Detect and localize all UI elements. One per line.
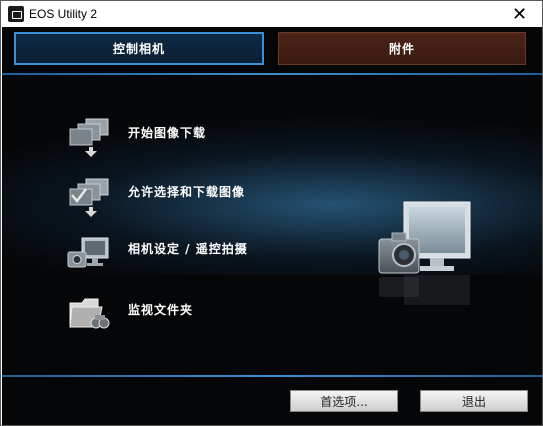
camera-monitor-illustration — [378, 201, 471, 305]
app-icon — [8, 6, 24, 22]
menu-start-download[interactable]: 开始图像下载 — [128, 124, 206, 141]
menu-select-download[interactable]: 允许选择和下载图像 — [128, 183, 245, 200]
monitor-folder-icon[interactable] — [68, 295, 114, 335]
preferences-button[interactable]: 首选项... — [290, 390, 398, 412]
menu-camera-settings[interactable]: 相机设定 / 遥控拍摄 — [128, 240, 248, 257]
download-images-icon[interactable] — [66, 117, 114, 159]
camera-remote-icon[interactable] — [66, 235, 114, 275]
bottom-separator — [2, 375, 542, 377]
menu-monitor-folder[interactable]: 监视文件夹 — [128, 301, 193, 318]
title-bar: EOS Utility 2 ✕ — [1, 1, 542, 27]
close-button[interactable]: ✕ — [497, 1, 542, 27]
app-window: EOS Utility 2 ✕ 控制相机 附件 开始图像下载 允许选择和下载图像 — [0, 0, 543, 426]
top-separator — [2, 73, 542, 75]
window-title: EOS Utility 2 — [29, 7, 98, 21]
tab-accessories[interactable]: 附件 — [278, 32, 526, 65]
client-area: 控制相机 附件 开始图像下载 允许选择和下载图像 相机设定 / 遥控拍摄 监视文… — [2, 27, 542, 425]
tab-control-camera[interactable]: 控制相机 — [14, 32, 264, 65]
quit-button[interactable]: 退出 — [420, 390, 528, 412]
select-download-icon[interactable] — [66, 177, 114, 219]
